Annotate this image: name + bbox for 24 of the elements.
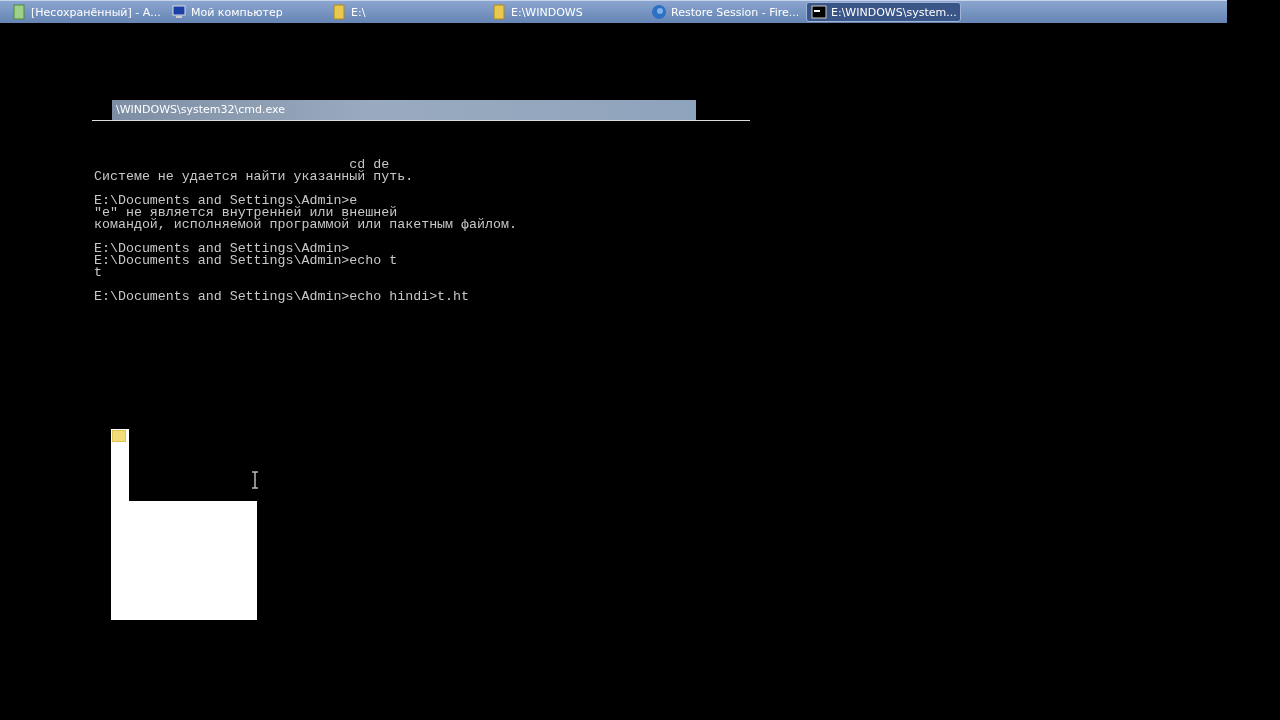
folder-icon — [491, 4, 507, 20]
console-line: Системе не удается найти указанный путь. — [94, 171, 414, 183]
taskbar-button[interactable]: Мой компьютер — [166, 2, 321, 22]
taskbar-button[interactable]: E:\WINDOWS — [486, 2, 641, 22]
note-icon — [112, 430, 126, 442]
taskbar-button[interactable]: [Несохранённый] - А... — [6, 2, 161, 22]
console-line: "e" не является внутренней или внешней — [94, 207, 398, 219]
taskbar-button[interactable]: Restore Session - Fire... — [646, 2, 801, 22]
console-line: E:\Documents and Settings\Admin>e — [94, 195, 358, 207]
console-line: cd de — [349, 159, 390, 171]
console-line: командой, исполняемой программой или пакетным файлом. — [94, 219, 517, 231]
console-line: t — [94, 267, 102, 279]
folder-icon — [331, 4, 347, 20]
document-icon — [11, 4, 27, 20]
text-cursor-icon — [251, 471, 259, 489]
console-line: E:\Documents and Settings\Admin>echo hindi>t.ht — [94, 291, 470, 303]
console-line: E:\Documents and Settings\Admin>echo t — [94, 255, 398, 267]
console-line: E:\Documents and Settings\Admin> — [94, 243, 350, 255]
globe-icon — [651, 4, 667, 20]
window-title: \WINDOWS\system32\cmd.exe — [112, 100, 696, 120]
computer-icon — [171, 4, 187, 20]
taskbar-button[interactable]: E:\ — [326, 2, 481, 22]
console-icon — [811, 4, 827, 20]
taskbar-button[interactable]: E:\WINDOWS\system... — [806, 2, 961, 22]
